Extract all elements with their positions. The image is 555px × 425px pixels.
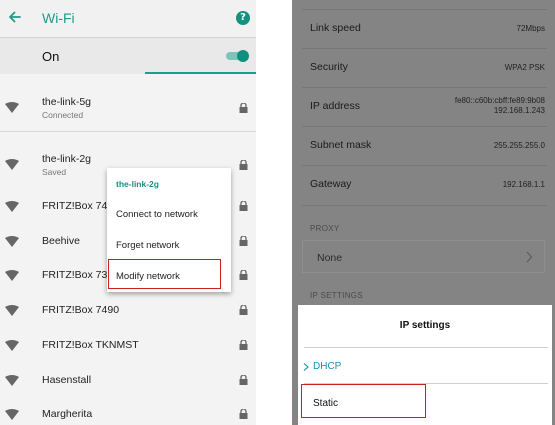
- highlight-box: [301, 384, 426, 418]
- network-name: the-link-2g: [42, 153, 92, 165]
- ip-settings-dialog: IP settings DHCP Static: [298, 305, 552, 425]
- lock-icon: [239, 236, 248, 246]
- security-row: Security WPA2 PSK: [292, 49, 555, 87]
- network-name: Margherita: [42, 408, 93, 420]
- divider: [304, 347, 548, 348]
- network-status: Connected: [42, 110, 84, 120]
- row-value: fe80::c60b:cbff:fe89:9b08: [454, 96, 545, 105]
- wifi-signal-icon: [5, 159, 19, 170]
- proxy-value: None: [317, 252, 343, 264]
- wifi-master-switch-row[interactable]: On: [0, 38, 256, 74]
- toggle-thumb: [237, 50, 249, 62]
- network-name: the-link-5g: [42, 96, 92, 108]
- network-item-the-link-5g[interactable]: the-link-5g Connected: [0, 86, 256, 130]
- gateway-row: Gateway 192.168.1.1: [292, 166, 555, 204]
- network-name: Hasenstall: [42, 374, 92, 386]
- row-key: IP address: [310, 100, 361, 112]
- help-icon[interactable]: ?: [236, 11, 250, 25]
- wifi-signal-icon: [5, 270, 19, 281]
- highlight-box: [108, 259, 221, 289]
- tab-indicator: [145, 72, 256, 74]
- network-name: Beehive: [42, 235, 80, 247]
- wifi-signal-icon: [5, 305, 19, 316]
- network-name: FRITZ!Box 736: [42, 269, 114, 281]
- wifi-on-label: On: [42, 49, 60, 64]
- ip-address-row: IP address fe80::c60b:cbff:fe89:9b08 192…: [292, 88, 555, 126]
- network-details-screen: Link speed 72Mbps Security WPA2 PSK IP a…: [292, 0, 555, 425]
- lock-icon: [239, 375, 248, 385]
- screenshot-stage: Wi-Fi ? On the-link-5g Connected the-lin…: [0, 0, 555, 425]
- connect-to-network-option[interactable]: Connect to network: [116, 209, 198, 220]
- dhcp-option[interactable]: DHCP: [313, 361, 341, 372]
- network-item-fritzbox-7490[interactable]: FRITZ!Box 7490: [0, 299, 256, 321]
- network-status: Saved: [42, 167, 67, 177]
- proxy-section-header: PROXY: [310, 224, 340, 233]
- row-key: Security: [310, 61, 348, 73]
- lock-icon: [239, 305, 248, 315]
- network-item-margherita[interactable]: Margherita: [0, 403, 256, 425]
- row-value: 255.255.255.0: [493, 141, 545, 150]
- row-key: Gateway: [310, 178, 352, 190]
- network-name: FRITZ!Box 743: [42, 200, 114, 212]
- proxy-dropdown[interactable]: None: [302, 240, 545, 273]
- wifi-settings-screen: Wi-Fi ? On the-link-5g Connected the-lin…: [0, 0, 256, 425]
- lock-icon: [239, 201, 248, 211]
- lock-icon: [239, 409, 248, 419]
- dialog-title: IP settings: [399, 320, 451, 331]
- wifi-signal-icon: [5, 409, 19, 420]
- row-value: WPA2 PSK: [504, 63, 545, 72]
- link-speed-row: Link speed 72Mbps: [292, 10, 555, 48]
- row-value: 72Mbps: [516, 24, 545, 33]
- wifi-toggle[interactable]: [226, 50, 249, 62]
- network-name: FRITZ!Box TKNMST: [42, 339, 139, 351]
- page-title: Wi-Fi: [42, 10, 75, 26]
- row-value-secondary: 192.168.1.243: [493, 106, 545, 115]
- wifi-signal-icon: [5, 102, 19, 113]
- wifi-signal-icon: [5, 375, 19, 386]
- network-context-menu: the-link-2g Connect to network Forget ne…: [107, 168, 231, 292]
- lock-icon: [239, 270, 248, 280]
- row-value: 192.168.1.1: [502, 180, 545, 189]
- lock-icon: [239, 340, 248, 350]
- wifi-signal-icon: [5, 236, 19, 247]
- divider: [0, 131, 256, 132]
- chevron-right-icon: [303, 363, 309, 371]
- wifi-signal-icon: [5, 340, 19, 351]
- row-key: Subnet mask: [310, 139, 372, 151]
- network-item-hasenstall[interactable]: Hasenstall: [0, 369, 256, 391]
- forget-network-option[interactable]: Forget network: [116, 240, 179, 251]
- network-item-fritzbox-tknmst[interactable]: FRITZ!Box TKNMST: [0, 334, 256, 356]
- image-gap: [256, 0, 292, 425]
- wifi-signal-icon: [5, 201, 19, 212]
- row-key: Link speed: [310, 22, 361, 34]
- subnet-mask-row: Subnet mask 255.255.255.0: [292, 127, 555, 165]
- ip-settings-section-header: IP SETTINGS: [310, 291, 363, 300]
- app-bar: Wi-Fi ?: [0, 0, 256, 38]
- network-name: FRITZ!Box 7490: [42, 304, 120, 316]
- back-arrow-icon[interactable]: [6, 8, 24, 26]
- divider: [302, 205, 547, 206]
- context-menu-title: the-link-2g: [116, 179, 159, 189]
- lock-icon: [239, 160, 248, 170]
- lock-icon: [239, 103, 248, 113]
- chevron-right-icon: [526, 251, 533, 263]
